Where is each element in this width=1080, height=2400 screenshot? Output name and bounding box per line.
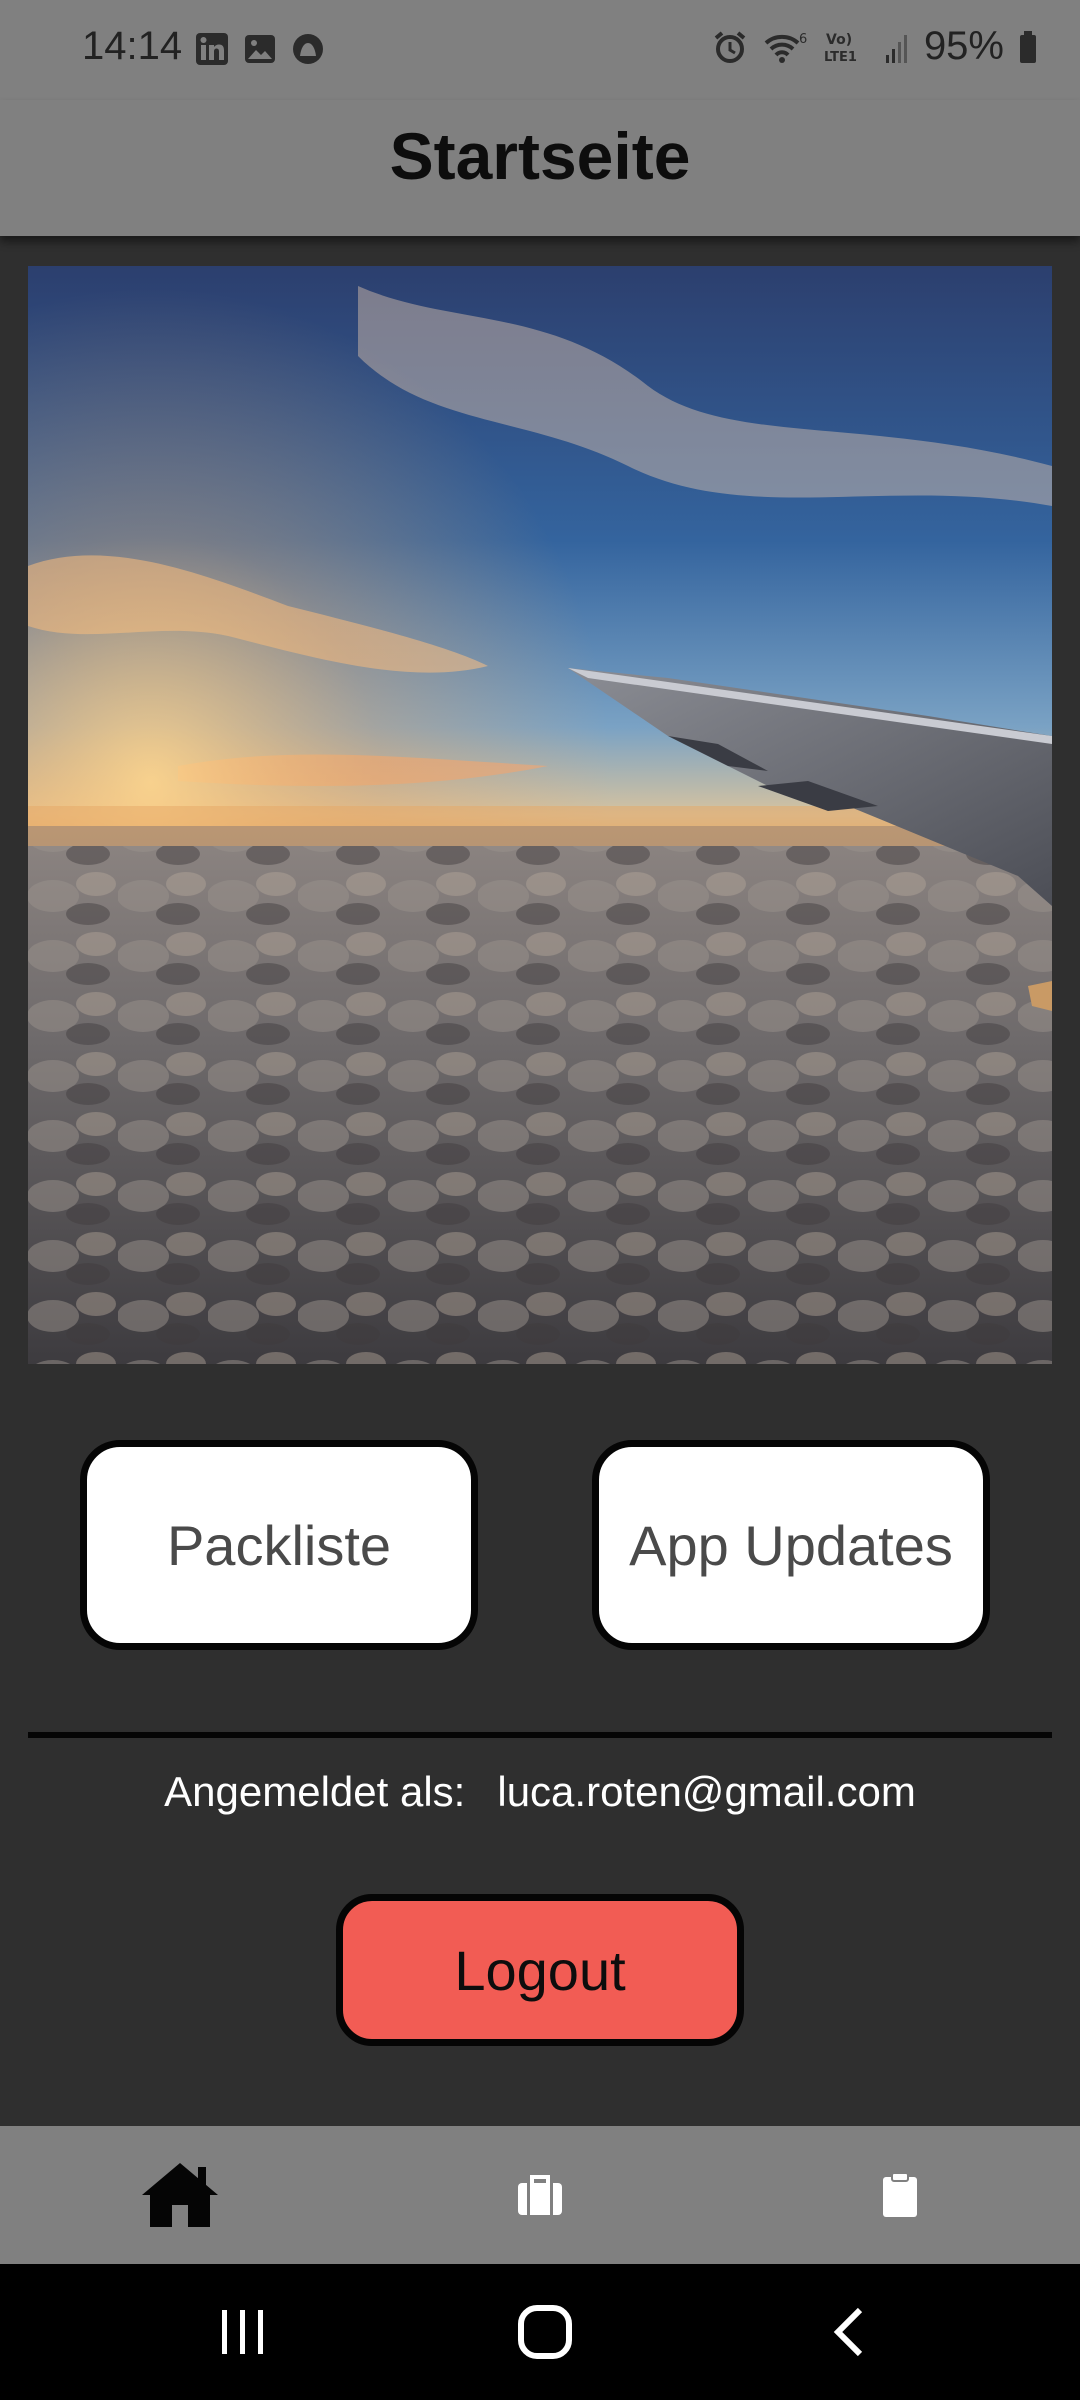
app-screen: 14:14 6 Vo) LTE1 95% Startseite Packlist…	[0, 0, 1080, 2400]
status-right-icons: 6 Vo) LTE1 95%	[712, 24, 1038, 69]
recents-button[interactable]	[163, 2264, 323, 2400]
recents-icon	[222, 2310, 263, 2354]
alarm-icon	[714, 30, 746, 63]
status-left-icons	[195, 32, 325, 66]
back-button[interactable]	[768, 2264, 928, 2400]
svg-text:6: 6	[799, 32, 807, 47]
linkedin-icon	[196, 33, 228, 65]
logout-button[interactable]: Logout	[336, 1894, 744, 2046]
airplane-wing-above-clouds-image	[28, 266, 1052, 1364]
nav-packliste[interactable]	[440, 2126, 640, 2264]
page-title: Startseite	[389, 119, 691, 193]
user-email: luca.roten@gmail.com	[497, 1768, 916, 1815]
app-notification-icon	[293, 34, 323, 64]
status-bar: 14:14 6 Vo) LTE1 95%	[0, 0, 1080, 100]
back-icon	[833, 2307, 863, 2357]
battery-icon	[1020, 30, 1036, 63]
nav-updates[interactable]	[800, 2126, 1000, 2264]
packliste-button[interactable]: Packliste	[80, 1440, 478, 1650]
nav-home[interactable]	[80, 2126, 280, 2264]
hero-image	[28, 266, 1052, 1364]
suitcase-icon	[518, 2175, 562, 2215]
divider	[28, 1732, 1052, 1738]
home-icon	[518, 2305, 572, 2359]
bottom-navigation	[0, 2126, 1080, 2264]
signal-icon	[885, 34, 907, 63]
app-updates-button[interactable]: App Updates	[592, 1440, 990, 1650]
wifi-6-icon: 6	[764, 32, 807, 63]
clipboard-icon	[883, 2172, 917, 2217]
system-navigation-bar	[0, 2264, 1080, 2400]
logged-in-label: Angemeldet als:	[164, 1768, 466, 1815]
system-home-button[interactable]	[465, 2264, 625, 2400]
volte-lte-icon: Vo) LTE1	[824, 32, 857, 65]
svg-text:Vo): Vo)	[826, 32, 852, 48]
home-icon	[142, 2163, 218, 2227]
svg-text:LTE1: LTE1	[824, 50, 857, 65]
logged-in-info: Angemeldet als: luca.roten@gmail.com	[0, 1768, 1080, 1816]
gallery-icon	[245, 35, 275, 63]
app-header: Startseite	[0, 100, 1080, 236]
battery-percentage: 95%	[923, 24, 1004, 68]
status-time: 14:14	[82, 24, 183, 68]
